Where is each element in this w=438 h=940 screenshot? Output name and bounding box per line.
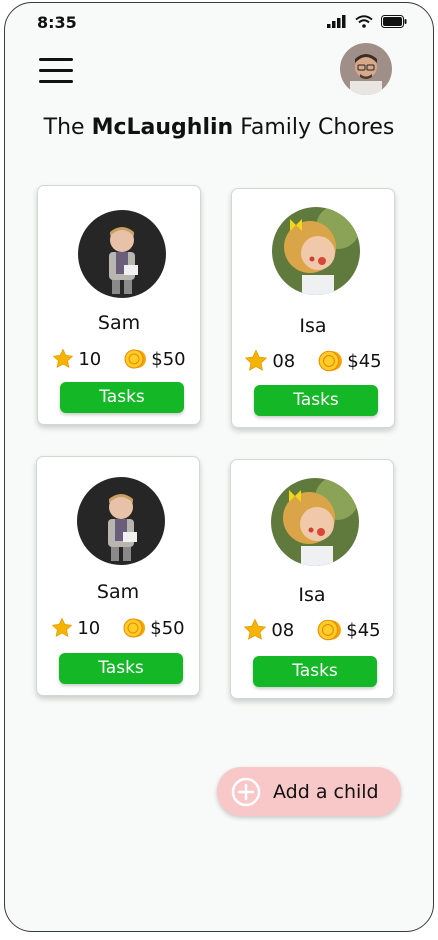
child-card-isa[interactable]: Isa 08 $45 Tasks <box>230 459 394 699</box>
child-stats: 08 $45 <box>231 618 393 642</box>
star-count: 10 <box>78 348 102 370</box>
star-count: 08 <box>271 619 295 641</box>
child-name: Isa <box>298 584 326 606</box>
add-child-button[interactable]: Add a child <box>217 767 401 816</box>
coin-icon <box>123 618 146 638</box>
child-card-sam[interactable]: Sam 10 $50 Tasks <box>37 185 201 425</box>
money-amount: $45 <box>347 350 382 372</box>
star-count: 08 <box>272 350 296 372</box>
battery-icon <box>381 15 407 28</box>
status-icons <box>327 15 407 28</box>
money-amount: $45 <box>346 619 381 641</box>
signal-icon <box>327 15 346 28</box>
child-name: Sam <box>96 581 140 603</box>
phone-frame: 8:35 The McLaughlin Family Chores Sam 10… <box>4 2 434 932</box>
status-time: 8:35 <box>37 13 77 32</box>
menu-icon[interactable] <box>39 58 73 86</box>
money-amount: $50 <box>151 348 186 370</box>
child-stats: 08 $45 <box>232 349 394 373</box>
child-photo <box>271 478 359 566</box>
child-photo <box>77 477 165 565</box>
tasks-button[interactable]: Tasks <box>254 385 378 416</box>
child-card-isa[interactable]: Isa 08 $45 Tasks <box>231 188 395 428</box>
child-stats: 10 $50 <box>38 348 200 370</box>
star-icon <box>245 349 268 371</box>
add-child-label: Add a child <box>273 780 379 803</box>
tasks-button[interactable]: Tasks <box>60 382 184 413</box>
avatar[interactable] <box>340 43 392 95</box>
coin-icon <box>124 349 147 369</box>
tasks-button[interactable]: Tasks <box>253 656 377 687</box>
plus-circle-icon <box>231 777 261 806</box>
coin-icon <box>318 350 343 372</box>
star-icon <box>52 617 73 637</box>
child-photo <box>272 207 360 295</box>
child-name: Sam <box>97 312 141 334</box>
star-count: 10 <box>77 617 101 639</box>
child-photo <box>78 210 166 298</box>
wifi-icon <box>355 15 373 28</box>
tasks-button[interactable]: Tasks <box>59 653 183 684</box>
child-stats: 10 $50 <box>37 617 199 639</box>
child-card-sam[interactable]: Sam 10 $50 Tasks <box>36 456 200 696</box>
star-icon <box>53 348 74 368</box>
coin-icon <box>317 619 342 641</box>
money-amount: $50 <box>150 617 185 639</box>
child-name: Isa <box>299 315 327 337</box>
page-title: The McLaughlin Family Chores <box>43 115 395 140</box>
star-icon <box>244 618 267 640</box>
